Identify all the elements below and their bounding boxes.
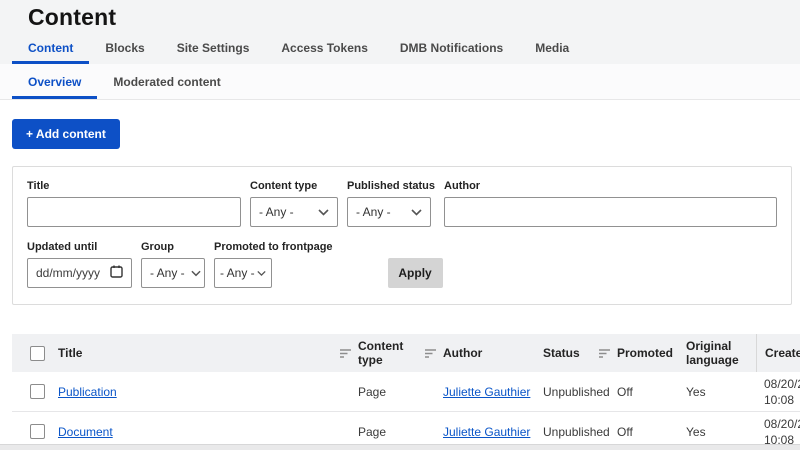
row-author-link[interactable]: Juliette Gauthier: [443, 385, 530, 399]
row-status: Unpublished: [543, 424, 610, 439]
main-area: + Add content Title Content type - Any -: [0, 100, 800, 450]
tab-blocks[interactable]: Blocks: [89, 32, 160, 64]
filters-row-1: Title Content type - Any - Published sta…: [27, 180, 777, 227]
tab-content[interactable]: Content: [12, 32, 90, 64]
row-checkbox[interactable]: [30, 424, 45, 439]
tab-media[interactable]: Media: [519, 32, 585, 64]
content-type-select[interactable]: - Any -: [250, 197, 338, 227]
select-all-checkbox[interactable]: [30, 345, 45, 361]
title-filter-label: Title: [27, 180, 50, 192]
row-promoted: Off: [617, 384, 633, 399]
calendar-icon: [110, 265, 123, 281]
group-filter-label: Group: [141, 241, 174, 253]
header-checkbox-cell: [12, 345, 58, 361]
row-status: Unpublished: [543, 384, 610, 399]
title-filter-input[interactable]: [27, 197, 241, 227]
promoted-to-frontpage-filter: Promoted to frontpage - Any -: [214, 241, 333, 288]
published-status-filter: Published status - Any -: [347, 180, 435, 227]
promoted-to-frontpage-select[interactable]: - Any -: [214, 258, 272, 288]
row-content-type: Page: [358, 424, 387, 439]
tab-dmb-notifications[interactable]: DMB Notifications: [384, 32, 519, 64]
content-type-select-value: - Any -: [259, 205, 294, 219]
updated-until-filter: Updated until dd/mm/yyyy: [27, 241, 132, 288]
page-header: Content: [0, 0, 800, 32]
chevron-down-icon: [411, 208, 422, 216]
subtab-overview[interactable]: Overview: [12, 64, 98, 99]
content-admin-page: Content Content Blocks Site Settings Acc…: [0, 0, 800, 450]
row-title-link[interactable]: Publication: [58, 385, 117, 399]
sort-icon[interactable]: [425, 348, 437, 358]
row-original-language: Yes: [686, 424, 706, 439]
author-filter-label: Author: [444, 180, 481, 192]
content-table: Title Content type Author Status Promote…: [12, 334, 800, 450]
page-title: Content: [28, 4, 117, 30]
date-placeholder: dd/mm/yyyy: [36, 266, 101, 280]
tab-site-settings[interactable]: Site Settings: [161, 32, 266, 64]
published-status-select-value: - Any -: [356, 205, 391, 219]
apply-button[interactable]: Apply: [387, 258, 443, 288]
row-title-link[interactable]: Document: [58, 425, 113, 439]
row-author-link[interactable]: Juliette Gauthier: [443, 425, 530, 439]
tab-access-tokens[interactable]: Access Tokens: [265, 32, 384, 64]
author-filter-input[interactable]: [444, 197, 777, 227]
author-filter: Author: [444, 180, 777, 227]
title-filter: Title: [27, 180, 241, 227]
row-content-type: Page: [358, 384, 387, 399]
content-type-filter-label: Content type: [250, 180, 318, 192]
group-select[interactable]: - Any -: [141, 258, 205, 288]
content-type-filter: Content type - Any -: [250, 180, 338, 227]
chevron-down-icon: [191, 270, 201, 277]
primary-tabs: Content Blocks Site Settings Access Toke…: [0, 32, 800, 64]
published-status-select[interactable]: - Any -: [347, 197, 431, 227]
row-original-language: Yes: [686, 384, 706, 399]
table-row: Publication Page Juliette Gauthier Unpub…: [12, 372, 800, 412]
subtab-moderated-content[interactable]: Moderated content: [97, 64, 236, 99]
header-author: Author: [443, 346, 483, 360]
header-original-language: Original language: [686, 339, 739, 367]
row-promoted: Off: [617, 424, 633, 439]
add-content-button[interactable]: + Add content: [12, 119, 120, 149]
chevron-down-icon: [318, 208, 329, 216]
sort-icon[interactable]: [340, 348, 352, 358]
sort-icon[interactable]: [599, 348, 611, 358]
header-created[interactable]: Created: [756, 334, 800, 372]
bottom-strip: [0, 444, 800, 450]
updated-until-input[interactable]: dd/mm/yyyy: [27, 258, 132, 288]
updated-until-filter-label: Updated until: [27, 241, 98, 253]
promoted-select-value: - Any -: [220, 266, 255, 280]
row-created: 08/20/20 10:08: [764, 416, 800, 447]
header-promoted: Promoted: [617, 346, 674, 360]
chevron-down-icon: [257, 270, 266, 277]
table-header-row: Title Content type Author Status Promote…: [12, 334, 800, 372]
filters-panel: Title Content type - Any - Published sta…: [12, 166, 792, 305]
published-status-filter-label: Published status: [347, 180, 436, 192]
filters-row-2: Updated until dd/mm/yyyy Group - Any - P…: [27, 241, 777, 288]
promoted-to-frontpage-filter-label: Promoted to frontpage: [214, 241, 333, 253]
header-content-type[interactable]: Content type: [358, 339, 443, 367]
row-checkbox[interactable]: [30, 384, 45, 399]
header-title[interactable]: Title: [58, 346, 358, 360]
header-status[interactable]: Status: [543, 346, 617, 360]
secondary-tabs: Overview Moderated content: [0, 64, 800, 100]
group-select-value: - Any -: [150, 266, 185, 280]
group-filter: Group - Any -: [141, 241, 205, 288]
row-created: 08/20/20 10:08: [764, 376, 800, 407]
